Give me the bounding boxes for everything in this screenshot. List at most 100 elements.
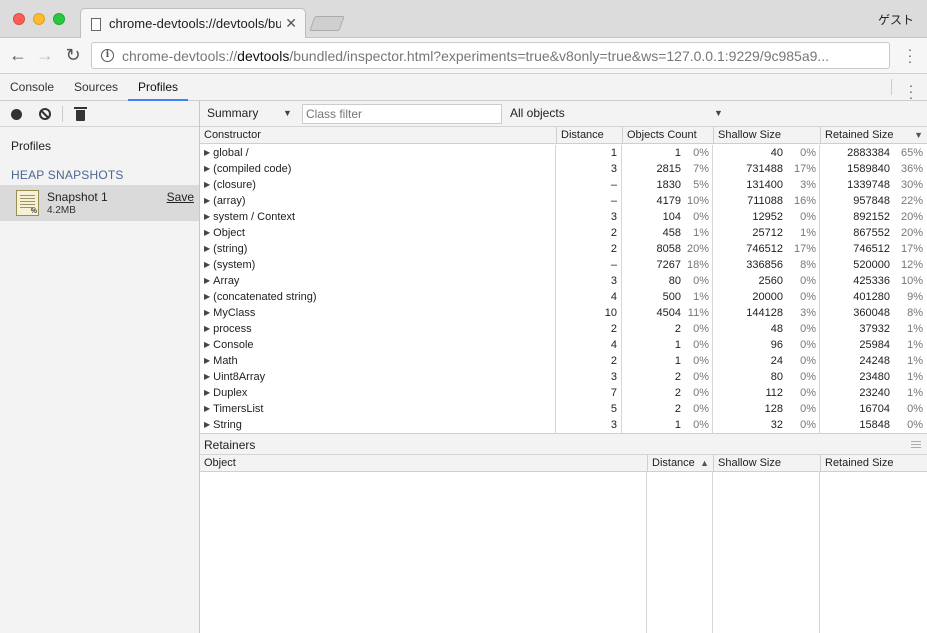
expand-triangle-icon[interactable]: ▶ <box>204 356 210 365</box>
table-row[interactable]: ▶ (closure) – 1830 5% 131400 3% 1339748 30% <box>200 177 927 193</box>
expand-triangle-icon[interactable]: ▶ <box>204 420 210 429</box>
expand-triangle-icon[interactable]: ▶ <box>204 292 210 301</box>
sidebar-item-snapshot[interactable]: % Snapshot 1 4.2MB Save <box>0 185 199 221</box>
cell-retained-size: 25984 <box>859 339 890 351</box>
view-mode-select[interactable]: Summary ▼ <box>207 106 293 120</box>
retainers-panel-header: Retainers <box>200 433 927 455</box>
table-row[interactable]: ▶ system / Context 3 104 0% 12952 0% 892152 20% <box>200 209 927 225</box>
cell-retained-size-percent: 65% <box>900 147 923 159</box>
expand-triangle-icon[interactable]: ▶ <box>204 324 210 333</box>
constructor-name: Object <box>213 227 245 239</box>
address-bar[interactable]: i chrome-devtools://devtools/bundled/ins… <box>91 42 890 69</box>
dropdown-arrow-icon: ▼ <box>283 108 292 118</box>
cell-objects-count: 2 <box>674 323 681 335</box>
profile-name[interactable]: ゲスト <box>878 11 914 28</box>
info-icon[interactable]: i <box>101 49 114 62</box>
record-icon[interactable] <box>11 109 22 120</box>
document-icon <box>91 18 101 31</box>
column-header-distance[interactable]: Distance <box>556 127 622 144</box>
view-mode-value: Summary <box>207 106 259 120</box>
tab-close-icon[interactable]: ✕ <box>285 15 297 32</box>
cell-distance: 3 <box>610 163 617 175</box>
cell-shallow-size: 48 <box>770 323 783 335</box>
expand-triangle-icon[interactable]: ▶ <box>204 196 210 205</box>
cell-objects-count-percent: 0% <box>693 275 709 287</box>
minimize-window-button[interactable] <box>33 13 45 25</box>
save-snapshot-link[interactable]: Save <box>167 190 194 204</box>
expand-triangle-icon[interactable]: ▶ <box>204 148 210 157</box>
table-row[interactable]: ▶ MyClass 10 4504 11% 144128 3% 360048 8% <box>200 305 927 321</box>
table-row[interactable]: ▶ (concatenated string) 4 500 1% 20000 0% 40128… <box>200 289 927 305</box>
column-header-retainer-shallow-size[interactable]: Shallow Size <box>713 455 820 472</box>
tab-profiles[interactable]: Profiles <box>128 74 189 101</box>
expand-triangle-icon[interactable]: ▶ <box>204 260 210 269</box>
view-toolbar: Summary ▼ All objects ▼ <box>200 101 927 127</box>
table-row[interactable]: ▶ Array 3 80 0% 2560 0% 425336 10% <box>200 273 927 289</box>
resize-handle-icon[interactable] <box>911 441 921 448</box>
expand-triangle-icon[interactable]: ▶ <box>204 244 210 253</box>
table-row[interactable]: ▶ Math 2 1 0% 24 0% 24248 1% <box>200 353 927 369</box>
table-row[interactable]: ▶ Duplex 7 2 0% 112 0% 23240 1% <box>200 385 927 401</box>
constructor-name: (system) <box>213 259 256 271</box>
reload-icon[interactable]: ↻ <box>61 44 85 68</box>
new-tab-button[interactable] <box>309 16 345 31</box>
objects-scope-select[interactable]: All objects ▼ <box>510 106 724 120</box>
zoom-window-button[interactable] <box>53 13 65 25</box>
table-row[interactable]: ▶ (compiled code) 3 2815 7% 731488 17% 1589840 3… <box>200 161 927 177</box>
cell-shallow-size: 32 <box>770 419 783 431</box>
constructor-name: (closure) <box>213 179 256 191</box>
expand-triangle-icon[interactable]: ▶ <box>204 308 210 317</box>
expand-triangle-icon[interactable]: ▶ <box>204 372 210 381</box>
table-row[interactable]: ▶ global / 1 1 0% 40 0% 2883384 65% <box>200 145 927 161</box>
browser-tab[interactable]: chrome-devtools://devtools/bu ✕ <box>80 8 306 39</box>
cell-constructor: ▶ (closure) <box>204 177 552 193</box>
cell-shallow-size: 336856 <box>746 259 783 271</box>
constructor-name: (array) <box>213 195 246 207</box>
table-row[interactable]: ▶ Uint8Array 3 2 0% 80 0% 23480 1% <box>200 369 927 385</box>
column-header-retainer-retained-size[interactable]: Retained Size <box>820 455 927 472</box>
table-row[interactable]: ▶ TimersList 5 2 0% 128 0% 16704 0% <box>200 401 927 417</box>
sort-ascending-icon: ▲ <box>700 458 709 468</box>
expand-triangle-icon[interactable]: ▶ <box>204 276 210 285</box>
column-header-objects-count[interactable]: Objects Count <box>622 127 713 144</box>
column-header-retained-size[interactable]: Retained Size ▼ <box>820 127 927 144</box>
clear-icon[interactable] <box>39 108 51 120</box>
class-filter-input[interactable] <box>302 104 502 124</box>
table-row[interactable]: ▶ (array) – 4179 10% 711088 16% 957848 22% <box>200 193 927 209</box>
expand-triangle-icon[interactable]: ▶ <box>204 388 210 397</box>
column-header-retainer-distance[interactable]: Distance ▲ <box>647 455 713 472</box>
url-scheme: chrome-devtools:// <box>122 48 238 64</box>
table-row[interactable]: ▶ String 3 1 0% 32 0% 15848 0% <box>200 417 927 433</box>
tab-sources[interactable]: Sources <box>64 74 128 101</box>
url-path: /bundled/inspector.html?experiments=true… <box>289 48 830 64</box>
forward-arrow-icon[interactable]: → <box>33 44 57 68</box>
tab-console[interactable]: Console <box>0 74 64 101</box>
expand-triangle-icon[interactable]: ▶ <box>204 180 210 189</box>
browser-menu-icon[interactable]: · · · <box>902 42 918 68</box>
close-window-button[interactable] <box>13 13 25 25</box>
expand-triangle-icon[interactable]: ▶ <box>204 404 210 413</box>
column-header-constructor[interactable]: Constructor <box>200 127 556 144</box>
cell-shallow-size-percent: 16% <box>793 195 816 207</box>
expand-triangle-icon[interactable]: ▶ <box>204 212 210 221</box>
expand-triangle-icon[interactable]: ▶ <box>204 340 210 349</box>
devtools-menu-icon[interactable]: · · · <box>903 78 919 104</box>
column-header-shallow-size[interactable]: Shallow Size <box>713 127 820 144</box>
cell-distance: 3 <box>610 275 617 287</box>
expand-triangle-icon[interactable]: ▶ <box>204 228 210 237</box>
cell-objects-count: 2815 <box>656 163 681 175</box>
table-row[interactable]: ▶ (string) 2 8058 20% 746512 17% 746512 17% <box>200 241 927 257</box>
table-row[interactable]: ▶ Console 4 1 0% 96 0% 25984 1% <box>200 337 927 353</box>
cell-objects-count-percent: 18% <box>686 259 709 271</box>
url-text[interactable]: chrome-devtools://devtools/bundled/inspe… <box>122 48 882 64</box>
table-row[interactable]: ▶ Object 2 458 1% 25712 1% 867552 20% <box>200 225 927 241</box>
column-header-object[interactable]: Object <box>200 455 647 472</box>
cell-shallow-size: 25712 <box>752 227 783 239</box>
cell-objects-count-percent: 11% <box>687 307 709 319</box>
table-row[interactable]: ▶ process 2 2 0% 48 0% 37932 1% <box>200 321 927 337</box>
back-arrow-icon[interactable]: ← <box>6 44 30 68</box>
table-row[interactable]: ▶ (system) – 7267 18% 336856 8% 520000 12% <box>200 257 927 273</box>
trash-icon[interactable] <box>74 107 87 121</box>
expand-triangle-icon[interactable]: ▶ <box>204 164 210 173</box>
cell-distance: – <box>610 179 617 191</box>
